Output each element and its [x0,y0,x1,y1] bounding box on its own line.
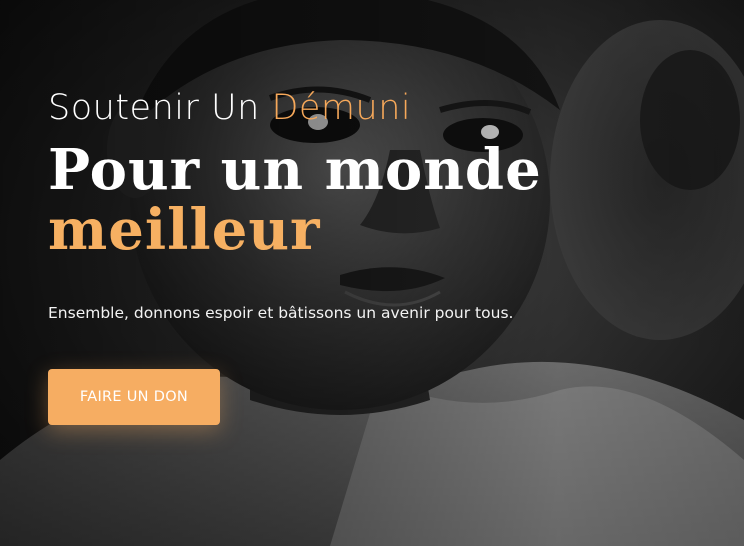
hero-subtitle: Ensemble, donnons espoir et bâtissons un… [48,304,514,322]
hero-banner: Soutenir Un Démuni Pour un monde meilleu… [0,0,744,546]
hero-eyebrow: Soutenir Un Démuni [48,86,608,130]
eyebrow-prefix: Soutenir Un [48,88,260,128]
hero-content: Soutenir Un Démuni Pour un monde meilleu… [48,86,608,324]
hero-headline: Pour un monde meilleur [48,140,608,260]
headline-line-1: Pour un monde [48,137,542,203]
donate-button[interactable]: FAIRE UN DON [48,369,220,425]
eyebrow-accent: Démuni [271,88,412,128]
headline-line-2: meilleur [48,197,321,263]
